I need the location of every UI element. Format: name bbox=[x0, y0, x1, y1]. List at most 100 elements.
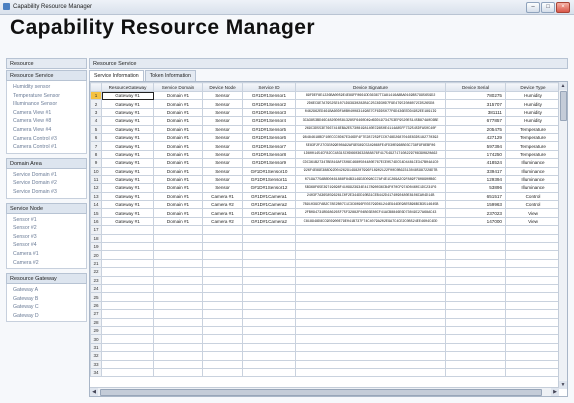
service-id-cell[interactable] bbox=[242, 334, 296, 344]
device-signature-cell[interactable] bbox=[295, 367, 446, 378]
row-number[interactable]: 15 bbox=[90, 208, 102, 218]
device-signature-cell[interactable]: CDC361B27347BE816AFC508C4680504480E767EC… bbox=[295, 158, 446, 168]
column-header[interactable]: ResourceGateway bbox=[101, 82, 154, 92]
sidebar-item[interactable]: Camera Control #1 bbox=[7, 143, 86, 152]
device-serial-cell[interactable] bbox=[445, 309, 506, 319]
device-type-cell[interactable] bbox=[505, 275, 561, 286]
gateway-cell[interactable] bbox=[101, 359, 154, 369]
device-serial-cell[interactable] bbox=[445, 351, 506, 361]
device-signature-cell[interactable]: 0462962ED461BA60DFA0B0400831498E7CF6DD50… bbox=[295, 107, 446, 118]
service-id-cell[interactable] bbox=[242, 258, 296, 269]
service-id-cell[interactable] bbox=[242, 283, 296, 294]
device-signature-cell[interactable] bbox=[295, 359, 446, 369]
table-row[interactable]: 23 bbox=[90, 275, 561, 286]
gateway-cell[interactable]: Gateway #1 bbox=[101, 132, 154, 143]
sidebar-item[interactable]: Temperature Sensor bbox=[7, 92, 86, 101]
device-serial-cell[interactable]: 651517 bbox=[445, 191, 506, 202]
sidebar-item[interactable]: Camera #2 bbox=[7, 259, 86, 268]
service-id-cell[interactable] bbox=[242, 292, 296, 302]
row-number[interactable]: 7 bbox=[90, 141, 102, 151]
device-type-cell[interactable]: Control bbox=[505, 191, 561, 202]
table-row[interactable]: 18 bbox=[90, 233, 561, 244]
gateway-cell[interactable]: Gateway #1 bbox=[101, 200, 154, 210]
device-type-cell[interactable] bbox=[505, 225, 561, 235]
service-id-cell[interactable]: G#1D#1Sensor8 bbox=[242, 149, 296, 160]
domain-cell[interactable] bbox=[153, 267, 203, 277]
device-serial-cell[interactable] bbox=[445, 275, 506, 286]
device-serial-cell[interactable]: 159963 bbox=[445, 200, 506, 210]
sidebar-item[interactable]: Sensor #1 bbox=[7, 216, 86, 225]
device-type-cell[interactable] bbox=[505, 300, 561, 311]
domain-cell[interactable]: Domain #1 bbox=[153, 174, 203, 185]
close-button[interactable]: × bbox=[556, 2, 570, 13]
domain-cell[interactable]: Domain #1 bbox=[153, 200, 203, 210]
device-type-cell[interactable] bbox=[505, 309, 561, 319]
device-serial-cell[interactable] bbox=[445, 250, 506, 260]
row-number[interactable]: 11 bbox=[90, 174, 102, 185]
sidebar-item[interactable]: Illuminance Sensor bbox=[7, 100, 86, 109]
domain-cell[interactable]: Domain #1 bbox=[153, 124, 203, 134]
device-signature-cell[interactable] bbox=[295, 292, 446, 302]
device-type-cell[interactable] bbox=[505, 250, 561, 260]
device-serial-cell[interactable] bbox=[445, 233, 506, 244]
device-signature-cell[interactable]: 89FDEF8E1226BA0059E4E89FF0661DD36367TCA8… bbox=[295, 90, 446, 101]
sidebar-item[interactable]: Gateway B bbox=[7, 295, 86, 304]
device-node-cell[interactable]: Sensor bbox=[202, 132, 243, 143]
row-number[interactable]: 27 bbox=[90, 309, 102, 319]
device-node-cell[interactable]: Sensor bbox=[202, 116, 243, 126]
sidebar-item[interactable]: Camera View #8 bbox=[7, 117, 86, 126]
domain-cell[interactable]: Domain #1 bbox=[153, 191, 203, 202]
domain-cell[interactable]: Domain #1 bbox=[153, 183, 203, 193]
service-id-cell[interactable] bbox=[242, 325, 296, 336]
domain-cell[interactable] bbox=[153, 250, 203, 260]
table-row[interactable]: 7 Gateway #1 Domain #1 Sensor G#1D#1Sensor7 5… bbox=[90, 141, 561, 151]
row-number[interactable]: 18 bbox=[90, 233, 102, 244]
device-node-cell[interactable] bbox=[202, 342, 243, 353]
table-row[interactable]: 12 Gateway #1 Domain #1 Sensor G#1D#1Sensor1… bbox=[90, 183, 561, 193]
service-id-cell[interactable]: G#1D#1Camera1 bbox=[242, 208, 296, 218]
service-id-cell[interactable] bbox=[242, 317, 296, 327]
device-signature-cell[interactable] bbox=[295, 242, 446, 252]
gateway-cell[interactable] bbox=[101, 233, 154, 244]
service-id-cell[interactable]: G#1D#1Camera2 bbox=[242, 216, 296, 227]
domain-cell[interactable] bbox=[153, 275, 203, 286]
row-number[interactable]: 5 bbox=[90, 124, 102, 134]
row-number[interactable]: 1 bbox=[90, 90, 102, 101]
device-node-cell[interactable] bbox=[202, 283, 243, 294]
scroll-left-icon[interactable]: ◀ bbox=[90, 388, 98, 396]
sidebar-section-header[interactable]: Resource Service bbox=[6, 70, 87, 81]
device-type-cell[interactable]: Temperature bbox=[505, 124, 561, 134]
service-id-cell[interactable]: G#1D#1Camera2 bbox=[242, 200, 296, 210]
table-row[interactable]: 17 bbox=[90, 225, 561, 235]
sidebar-item[interactable]: Sensor #4 bbox=[7, 241, 86, 250]
column-header[interactable]: Device Signature bbox=[295, 82, 446, 92]
device-node-cell[interactable] bbox=[202, 351, 243, 361]
device-serial-cell[interactable] bbox=[445, 283, 506, 294]
device-node-cell[interactable]: Sensor bbox=[202, 158, 243, 168]
domain-cell[interactable] bbox=[153, 309, 203, 319]
row-number[interactable]: 14 bbox=[90, 200, 102, 210]
row-number[interactable]: 17 bbox=[90, 225, 102, 235]
sidebar-item[interactable]: Humidity sensor bbox=[7, 83, 86, 92]
device-type-cell[interactable]: Humidity bbox=[505, 99, 561, 109]
sidebar-item[interactable]: Gateway D bbox=[7, 312, 86, 321]
device-serial-cell[interactable]: 677857 bbox=[445, 116, 506, 126]
device-signature-cell[interactable] bbox=[295, 250, 446, 260]
service-id-cell[interactable] bbox=[242, 275, 296, 286]
gateway-cell[interactable]: Gateway #1 bbox=[101, 141, 154, 151]
gateway-cell[interactable] bbox=[101, 317, 154, 327]
scroll-down-icon[interactable]: ▼ bbox=[559, 381, 567, 389]
device-serial-cell[interactable] bbox=[445, 242, 506, 252]
device-node-cell[interactable] bbox=[202, 359, 243, 369]
device-node-cell[interactable]: Sensor bbox=[202, 149, 243, 160]
row-number[interactable]: 4 bbox=[90, 116, 102, 126]
device-type-cell[interactable]: Temperature bbox=[505, 149, 561, 160]
hscroll-thumb[interactable] bbox=[100, 389, 542, 396]
domain-cell[interactable] bbox=[153, 300, 203, 311]
service-id-cell[interactable]: G#1D#1Sensor3 bbox=[242, 107, 296, 118]
row-number[interactable]: 20 bbox=[90, 250, 102, 260]
scroll-thumb[interactable] bbox=[560, 91, 567, 121]
device-signature-cell[interactable] bbox=[295, 334, 446, 344]
device-serial-cell[interactable]: 174250 bbox=[445, 149, 506, 160]
table-row[interactable]: 28 bbox=[90, 317, 561, 327]
